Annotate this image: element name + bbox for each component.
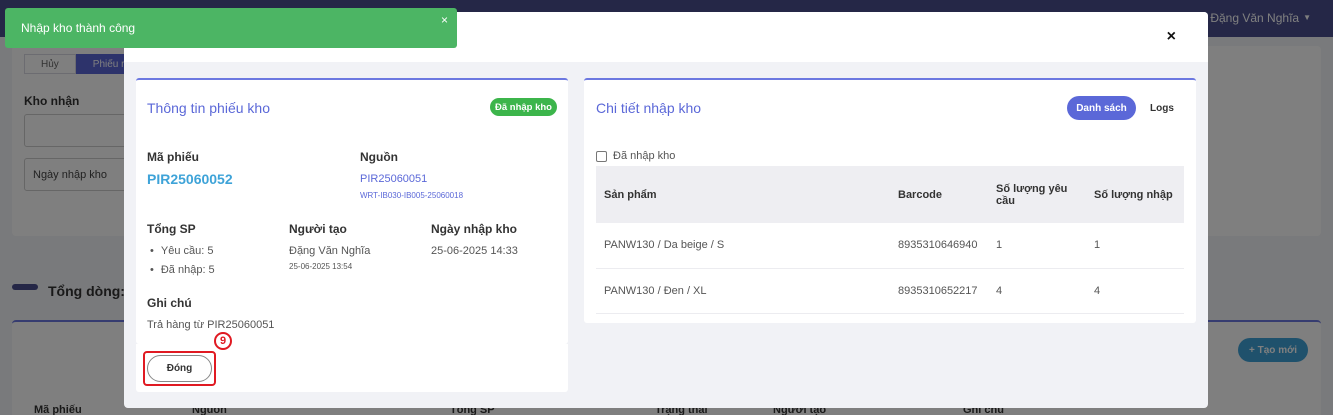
list-view-button[interactable]: Danh sách [1067,96,1136,120]
imported-qty-cell: 1 [1086,223,1184,269]
step-number-badge: 9 [214,332,232,350]
code-label: Mã phiếu [147,150,200,164]
toast-message: Nhập kho thành công [21,21,136,35]
step-highlight-box [143,351,216,386]
import-detail-table: Sản phẩm Barcode Số lượng yêu cầu Số lượ… [596,166,1184,314]
receipt-info-panel [136,78,568,344]
creator-name: Đặng Văn Nghĩa [289,245,371,257]
receipt-info-title: Thông tin phiếu kho [147,100,270,116]
import-date-label: Ngày nhập kho [431,222,518,236]
toast-close-icon[interactable]: × [441,13,448,27]
close-icon[interactable]: × [1167,28,1176,46]
source-reference[interactable]: WRT-IB030-IB005-25060018 [360,191,463,200]
table-row: PANW130 / Đen / XL 8935310652217 4 4 [596,268,1184,314]
note-label: Ghi chú [147,296,192,310]
status-badge: Đã nhập kho [490,98,557,116]
total-imported: Đã nhập: 5 [150,264,215,276]
requested-qty-cell: 4 [988,268,1086,314]
barcode-cell: 8935310646940 [890,223,988,269]
table-row: PANW130 / Da beige / S 8935310646940 1 1 [596,223,1184,269]
import-date-value: 25-06-2025 14:33 [431,245,518,257]
imported-checkbox[interactable] [596,150,607,162]
imported-filter[interactable]: Đã nhập kho [596,150,675,162]
import-detail-title: Chi tiết nhập kho [596,100,702,116]
logs-button[interactable]: Logs [1145,96,1179,120]
imported-checkbox-label: Đã nhập kho [613,150,676,162]
product-cell: PANW130 / Đen / XL [596,268,890,314]
col-header-imported-qty: Số lượng nhập [1086,166,1184,223]
total-requested: Yêu cầu: 5 [150,245,214,257]
col-header-barcode: Barcode [890,166,988,223]
receipt-code[interactable]: PIR25060052 [147,171,233,187]
note-value: Trả hàng từ PIR25060051 [147,319,275,331]
source-link[interactable]: PIR25060051 [360,173,427,185]
table-header-row: Sản phẩm Barcode Số lượng yêu cầu Số lượ… [596,166,1184,223]
total-products-label: Tổng SP [147,222,196,236]
creator-time: 25-06-2025 13:54 [289,262,353,271]
imported-qty-cell: 4 [1086,268,1184,314]
success-toast: Nhập kho thành công × [5,8,457,48]
source-label: Nguồn [360,150,398,164]
product-cell: PANW130 / Da beige / S [596,223,890,269]
requested-qty-cell: 1 [988,223,1086,269]
col-header-product: Sản phẩm [596,166,890,223]
creator-label: Người tạo [289,222,347,236]
barcode-cell: 8935310652217 [890,268,988,314]
col-header-requested-qty: Số lượng yêu cầu [988,166,1086,223]
